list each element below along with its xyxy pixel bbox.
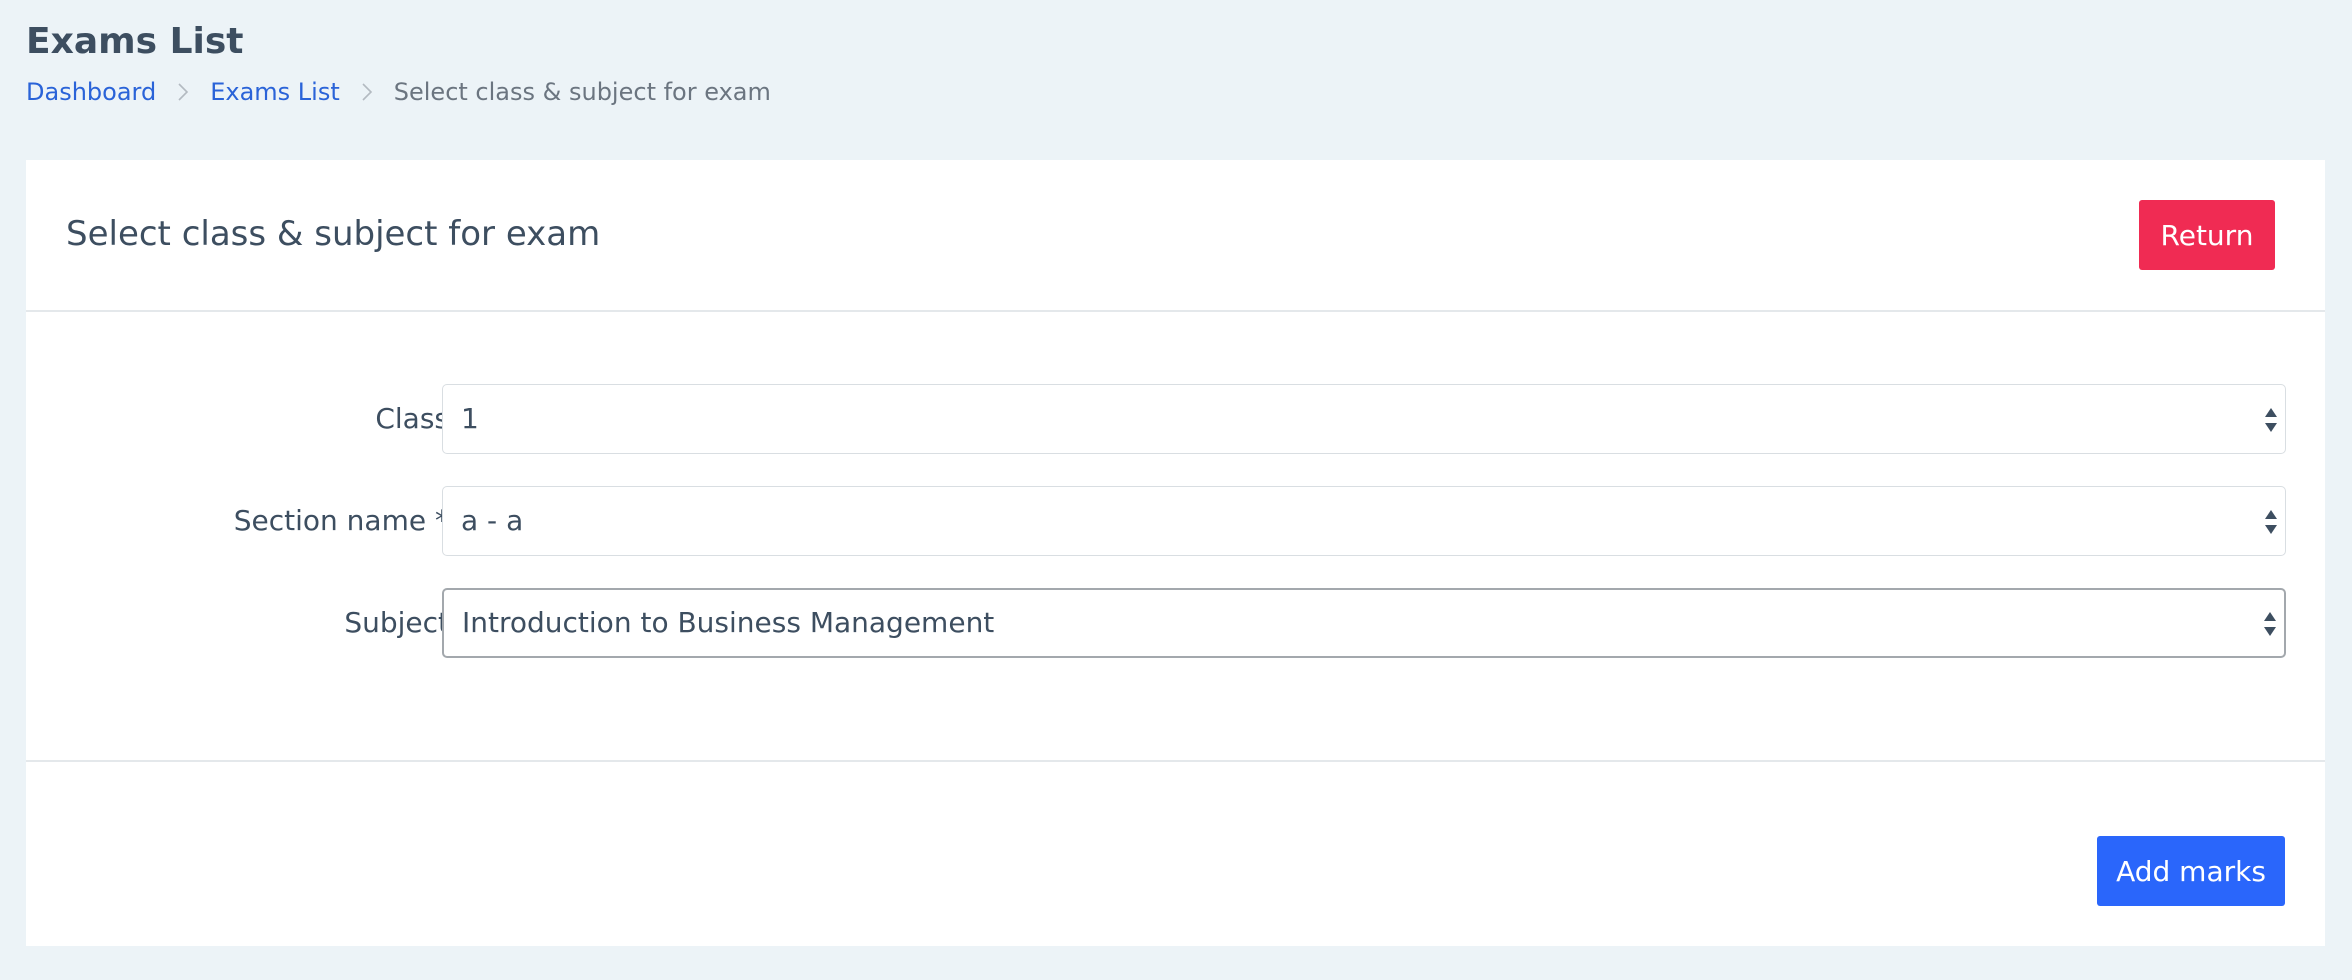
class-select[interactable]: 1	[442, 384, 2286, 454]
card-footer-divider	[26, 760, 2325, 762]
section-select[interactable]: a - a	[442, 486, 2286, 556]
class-select-value: 1	[461, 402, 479, 435]
sort-arrows-icon	[2263, 507, 2279, 537]
page-title: Exams List	[26, 21, 244, 62]
sort-arrows-icon	[2262, 609, 2278, 639]
breadcrumb: Dashboard Exams List Select class & subj…	[26, 74, 771, 110]
card-header: Select class & subject for exam Return	[26, 160, 2325, 312]
subject-row: Subject Introduction to Business Managem…	[26, 588, 2325, 658]
section-label: Section name *	[233, 504, 449, 537]
chevron-right-icon	[340, 74, 394, 110]
subject-label: Subject	[344, 606, 449, 639]
sort-arrows-icon	[2263, 405, 2279, 435]
breadcrumb-current: Select class & subject for exam	[393, 78, 771, 106]
return-button[interactable]: Return	[2139, 200, 2275, 270]
breadcrumb-dashboard-link[interactable]: Dashboard	[26, 78, 156, 106]
class-row: Class 1	[26, 384, 2325, 454]
page: Exams List Dashboard Exams List Select c…	[0, 0, 2352, 980]
exam-selection-card: Select class & subject for exam Return C…	[26, 160, 2325, 946]
chevron-right-icon	[156, 74, 210, 110]
section-row: Section name * a - a	[26, 486, 2325, 556]
add-marks-button[interactable]: Add marks	[2097, 836, 2285, 906]
section-select-value: a - a	[461, 504, 524, 537]
subject-select-value: Introduction to Business Management	[462, 606, 995, 639]
card-title: Select class & subject for exam	[66, 214, 601, 254]
subject-select[interactable]: Introduction to Business Management	[442, 588, 2286, 658]
class-label: Class	[375, 402, 449, 435]
breadcrumb-exams-list-link[interactable]: Exams List	[210, 78, 340, 106]
